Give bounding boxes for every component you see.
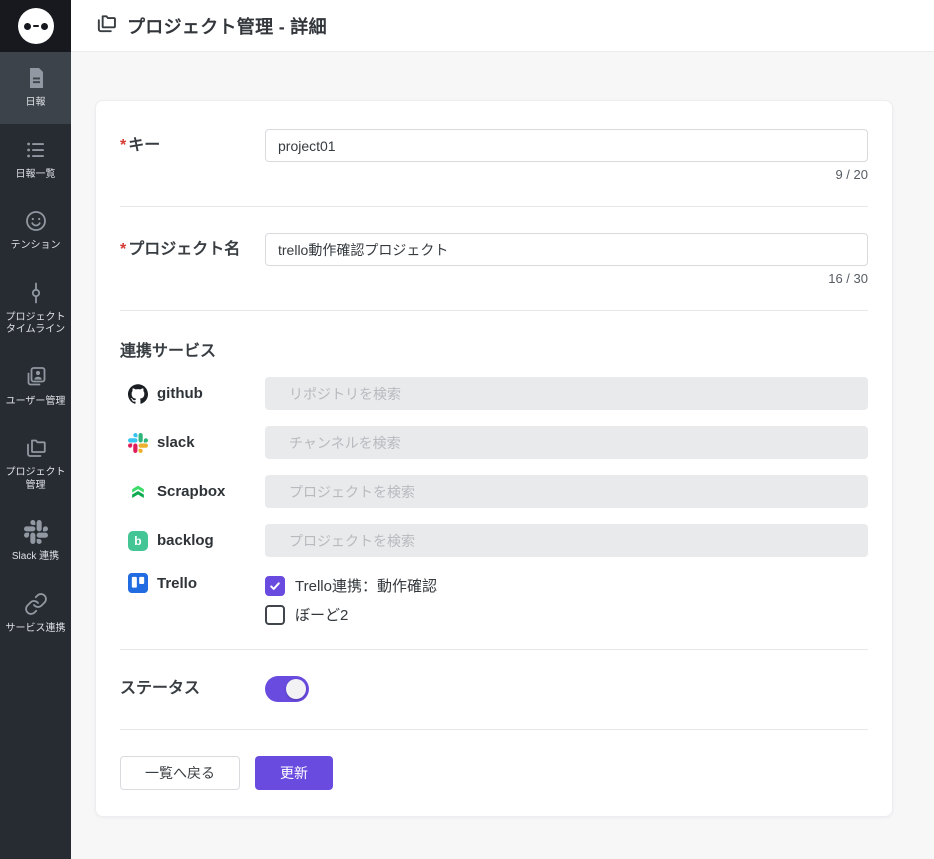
page-title: プロジェクト管理 - 詳細: [127, 16, 327, 37]
sidebar-item-label: ユーザー管理: [5, 395, 66, 407]
project-detail-card: *キー 9 / 20 *プロジェクト名 16 / 30: [95, 100, 893, 817]
service-row-scrapbox: Scrapbox: [120, 475, 868, 508]
trello-service-label: Trello: [120, 573, 265, 593]
service-row-trello: Trello Trello連携：動作確認 ぼーど2: [120, 573, 868, 625]
main-area: *キー 9 / 20 *プロジェクト名 16 / 30: [71, 52, 934, 859]
github-service-label: github: [120, 383, 265, 404]
slack-channel-search-input[interactable]: [265, 426, 868, 459]
user-management-icon: [23, 364, 49, 390]
services-section-title: 連携サービス: [120, 343, 217, 360]
projects-folder-icon: [95, 12, 118, 40]
toggle-knob: [286, 678, 306, 699]
project-name-label: * プロジェクト名: [120, 241, 241, 258]
github-repo-search-input[interactable]: [265, 377, 868, 410]
sidebar-item-label: 日報一覧: [15, 168, 56, 180]
sidebar-item-label: Slack 連携: [11, 551, 60, 562]
tension-smiley-icon: [23, 208, 49, 234]
trello-board-list: Trello連携：動作確認 ぼーど2: [265, 573, 868, 625]
daily-report-icon: [23, 65, 49, 91]
checkbox-checked[interactable]: [265, 575, 285, 596]
sidebar-item-label: プロジェクト管理: [5, 467, 66, 491]
sidebar-item-user-management[interactable]: ユーザー管理: [0, 351, 71, 423]
required-mark: *: [120, 241, 127, 258]
service-row-slack: slack: [120, 426, 868, 459]
project-name-input[interactable]: [265, 233, 868, 266]
plug-logo-icon: [17, 8, 54, 44]
trello-icon: [128, 573, 148, 593]
divider: [120, 310, 868, 311]
content-column: プロジェクト管理 - 詳細 *キー 9 / 20 *プロジェクト名: [71, 0, 934, 859]
checkbox-unchecked[interactable]: [265, 604, 285, 625]
key-char-counter: 9 / 20: [835, 167, 868, 182]
sidebar-item-daily-report-list[interactable]: 日報一覧: [0, 124, 71, 196]
sidebar-item-label: 日報: [25, 97, 46, 108]
service-link-icon: [23, 591, 49, 617]
key-field-row: *キー 9 / 20: [120, 129, 868, 182]
project-name-field-row: *プロジェクト名 16 / 30: [120, 207, 868, 286]
scrapbox-icon: [132, 485, 144, 498]
status-row: ステータス: [120, 650, 868, 705]
service-row-backlog: b backlog: [120, 524, 868, 557]
sidebar-item-daily-report[interactable]: 日報: [0, 52, 71, 124]
sidebar-item-tension[interactable]: テンション: [0, 195, 71, 267]
github-icon: [128, 383, 148, 404]
project-management-icon: [23, 435, 49, 461]
backlog-icon: b: [128, 530, 148, 551]
key-field-wrap: 9 / 20: [265, 129, 868, 182]
required-mark: *: [120, 137, 127, 154]
status-toggle[interactable]: [265, 675, 309, 702]
app-logo[interactable]: [0, 0, 71, 52]
slack-color-icon: [128, 432, 148, 453]
sidebar-item-label: テンション: [10, 240, 61, 251]
scrapbox-project-search-input[interactable]: [265, 475, 868, 508]
sidebar-item-label: プロジェクトタイムライン: [5, 311, 66, 336]
svg-text:b: b: [134, 534, 141, 548]
project-timeline-icon: [23, 280, 49, 306]
trello-board-label: ぼーど2: [295, 607, 349, 624]
daily-report-list-icon: [23, 137, 49, 163]
status-label: ステータス: [120, 680, 201, 697]
trello-board-option[interactable]: Trello連携：動作確認: [265, 575, 868, 596]
sidebar-item-service-link[interactable]: サービス連携: [0, 578, 71, 650]
check-icon: [270, 581, 280, 590]
scrapbox-service-label: Scrapbox: [120, 482, 265, 502]
form-actions: 一覧へ戻る 更新: [120, 730, 868, 790]
backlog-project-search-input[interactable]: [265, 524, 868, 557]
sidebar-item-label: サービス連携: [5, 622, 66, 634]
sidebar-item-project-timeline[interactable]: プロジェクトタイムライン: [0, 267, 71, 351]
app-root: 日報 日報一覧 テンション プロジェクトタイムライン ユーザー管理 プロジェクト…: [0, 0, 934, 859]
project-name-char-counter: 16 / 30: [828, 271, 868, 286]
sidebar-item-slack[interactable]: Slack 連携: [0, 506, 71, 578]
slack-service-label: slack: [120, 432, 265, 453]
page-header: プロジェクト管理 - 詳細: [71, 0, 934, 52]
backlog-service-label: b backlog: [120, 530, 265, 551]
trello-board-option[interactable]: ぼーど2: [265, 604, 868, 625]
back-to-list-button[interactable]: 一覧へ戻る: [120, 756, 240, 790]
trello-board-label: Trello連携：動作確認: [295, 578, 437, 595]
slack-icon: [23, 519, 49, 545]
key-input[interactable]: [265, 129, 868, 162]
sidebar: 日報 日報一覧 テンション プロジェクトタイムライン ユーザー管理 プロジェクト…: [0, 0, 71, 859]
sidebar-nav: 日報 日報一覧 テンション プロジェクトタイムライン ユーザー管理 プロジェクト…: [0, 52, 71, 649]
key-field-label: * キー: [120, 137, 161, 154]
sidebar-item-project-management[interactable]: プロジェクト管理: [0, 422, 71, 506]
project-name-wrap: 16 / 30: [265, 233, 868, 286]
update-button[interactable]: 更新: [255, 756, 333, 790]
service-row-github: github: [120, 377, 868, 410]
